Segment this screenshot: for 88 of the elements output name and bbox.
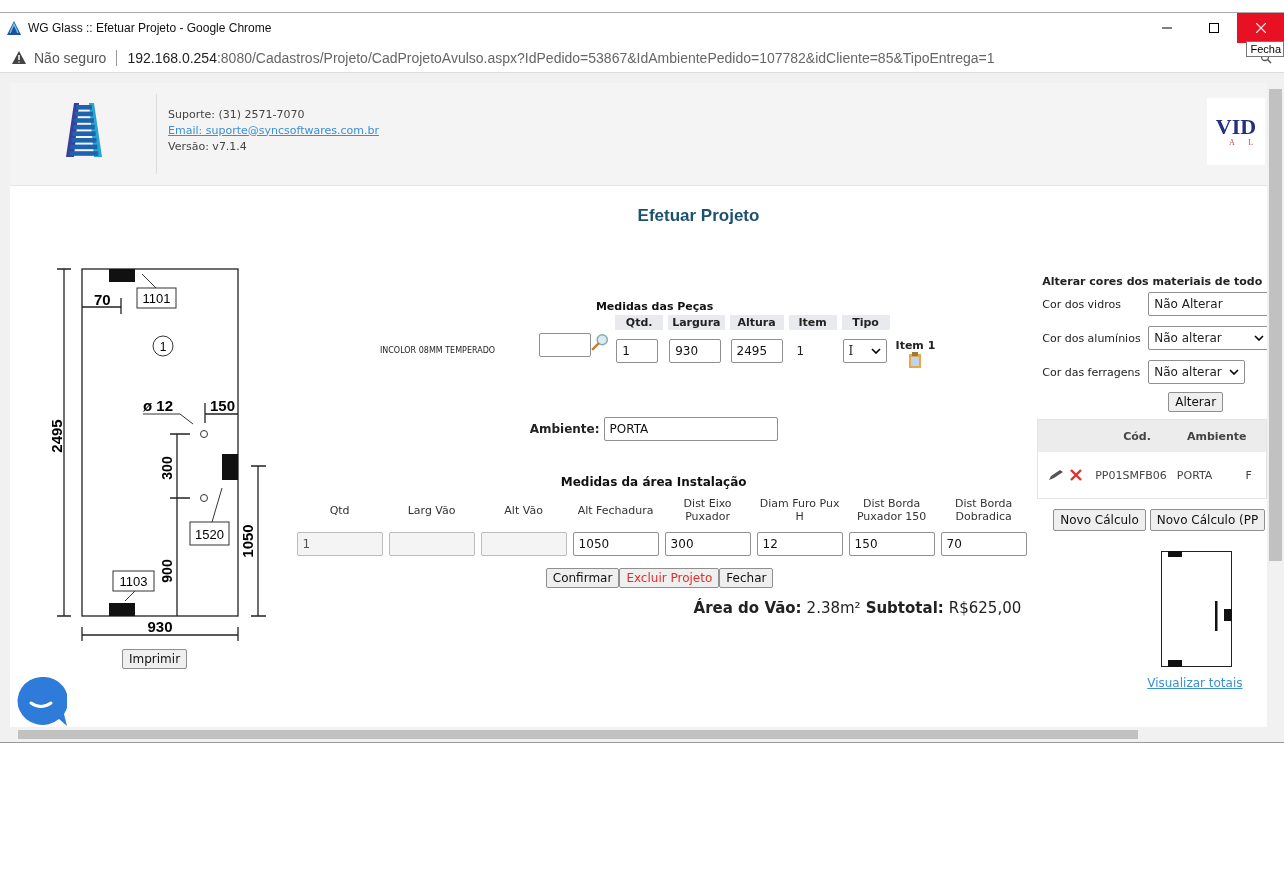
column-header: Altura — [729, 315, 784, 330]
action-button[interactable]: Confirmar — [545, 568, 620, 588]
environment-field[interactable]: PORTA — [603, 417, 778, 441]
part-label: 1103 — [119, 574, 148, 589]
field-label: Dist Borda Dobradica — [953, 497, 1014, 523]
height-field[interactable]: 2495 — [730, 338, 783, 363]
search-icon[interactable] — [591, 333, 610, 351]
url-text[interactable]: 192.168.0.254:8080/Cadastros/Projeto/CadProjetoAvulso.aspx?IdPedido=53867&IdAmbientePedido=107782&idCliente=85&TipoEntrega=1 — [127, 49, 995, 66]
table-cell: PORTA — [1176, 468, 1213, 482]
tooltip: Fecha — [1246, 41, 1284, 57]
new-calculation-button[interactable]: Novo Cálculo — [1053, 509, 1146, 531]
item-number: 1 — [795, 342, 806, 360]
width-field[interactable]: 930 — [669, 338, 722, 363]
dimension-label: 300 — [159, 456, 175, 480]
subtotal-value: R$625,00 — [948, 599, 1022, 617]
section-title: Medidas das Peças — [595, 300, 714, 313]
column-header: Ambiente — [1186, 429, 1247, 443]
support-phone: Suporte: (31) 2571-7070 — [168, 107, 306, 121]
code-field[interactable] — [539, 333, 592, 357]
field-label: Cor das ferragens — [1042, 365, 1142, 379]
chat-icon[interactable] — [15, 677, 67, 727]
caret-icon — [1229, 369, 1240, 375]
new-calculation-button[interactable]: Novo Cálculo (PP — [1149, 509, 1266, 531]
type-select[interactable]: I — [842, 338, 887, 363]
dimension-label: ø 12 — [143, 397, 173, 414]
delete-button[interactable]: Excluir Projeto — [619, 568, 720, 588]
table-cell: F — [1245, 468, 1252, 482]
column-header: Item — [788, 315, 837, 330]
clipboard-icon[interactable] — [908, 352, 923, 368]
leader-line — [142, 413, 194, 425]
pencil-icon[interactable] — [1048, 469, 1065, 481]
security-label: Não seguro — [34, 49, 107, 66]
partner-logo: VID A L — [1207, 97, 1265, 165]
close-button[interactable] — [1237, 13, 1284, 43]
table-cell: PP01SMFB06 — [1095, 468, 1167, 482]
field-label: Dist Eixo Puxador — [682, 497, 733, 523]
dimension-label: 900 — [159, 559, 175, 583]
dimension-label: 2495 — [48, 419, 65, 453]
measure-field[interactable]: 12 — [756, 532, 843, 556]
piece-description: INCOLOR 08MM TEMPERADO — [378, 345, 497, 357]
measure-field[interactable]: 1050 — [572, 532, 659, 556]
caret-icon — [1254, 335, 1265, 341]
dimension-label: 150 — [210, 397, 236, 414]
piece-number: 1 — [159, 340, 167, 354]
version-label: Versão: v7.1.4 — [168, 139, 248, 153]
field-label: Dist Borda Puxador 150 — [855, 497, 928, 523]
column-header: Qtd. — [615, 315, 664, 330]
area-value: 2.38m² — [806, 599, 861, 617]
item-label: Item 1 — [895, 339, 936, 352]
color-select[interactable]: Não alterar — [1148, 360, 1246, 384]
measure-field[interactable]: 70 — [940, 532, 1027, 556]
dimension-label: 70 — [94, 291, 111, 308]
part-label: 1520 — [195, 527, 224, 542]
print-button[interactable]: Imprimir — [122, 649, 188, 669]
field-label: Larg Vão — [406, 503, 457, 517]
change-button[interactable]: Alterar — [1168, 392, 1224, 412]
field-label: Qtd — [328, 503, 351, 517]
field-label: Alt Fechadura — [576, 503, 655, 517]
field-label: Ambiente: — [529, 422, 600, 436]
caret-icon — [870, 347, 881, 354]
view-totals-link[interactable]: Visualizar totais — [1147, 676, 1243, 690]
app-icon — [6, 20, 22, 36]
field-label: Cor dos alumínios — [1042, 331, 1142, 345]
maximize-icon — [1208, 23, 1219, 33]
close-icon — [1255, 23, 1266, 33]
page-title: Efetuar Projeto — [636, 206, 761, 226]
measure-field[interactable]: 300 — [664, 532, 751, 556]
color-select[interactable]: Não alterar — [1148, 326, 1267, 350]
color-select[interactable]: Não Alterar — [1148, 292, 1267, 316]
area-label: Área do Vão: — [693, 599, 802, 617]
window-title: WG Glass :: Efetuar Projeto - Google Chrome — [28, 21, 272, 35]
delete-icon[interactable] — [1070, 469, 1083, 481]
panel-title: Alterar cores dos materiais de todo — [1041, 275, 1264, 288]
warning-icon — [12, 51, 26, 64]
field-label: Cor dos vidros — [1042, 297, 1122, 311]
dimension-label: 930 — [147, 618, 173, 635]
dimension-label: 1050 — [239, 524, 256, 558]
section-title: Medidas da área Instalação — [560, 475, 747, 489]
subtotal-label: Subtotal: — [865, 599, 944, 617]
part-label: 1101 — [142, 291, 171, 306]
column-header: Largura — [668, 315, 725, 330]
field-label: Diam Furo Pux H — [758, 497, 841, 523]
column-header: Tipo — [841, 315, 890, 330]
measure-field[interactable]: 150 — [848, 532, 935, 556]
action-button[interactable]: Fechar — [719, 568, 774, 588]
quantity-field[interactable]: 1 — [616, 338, 659, 363]
column-header: Cód. — [1123, 429, 1151, 443]
field-label: Alt Vão — [503, 503, 544, 517]
